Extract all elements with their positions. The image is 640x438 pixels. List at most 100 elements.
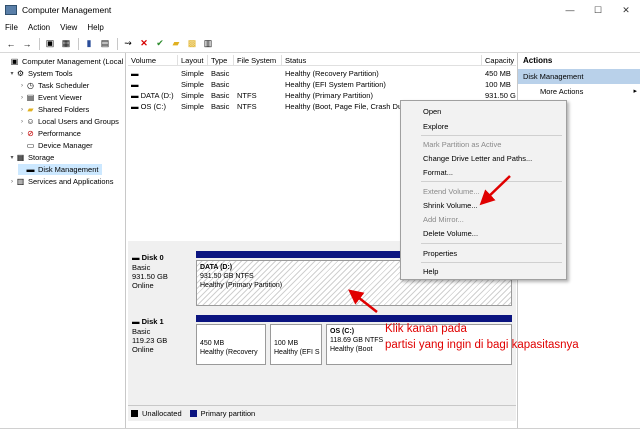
navigation-tree: ▣ Computer Management (Local ▾ ⚙ System …: [0, 53, 126, 428]
tree-item-device-manager[interactable]: ▭ Device Manager: [18, 140, 93, 151]
up-folder-icon[interactable]: ▣: [43, 37, 57, 51]
tree-item-label: Computer Management (Local: [22, 57, 124, 66]
storage-icon: ▦: [16, 153, 25, 162]
menu-item-open[interactable]: Open: [423, 107, 441, 117]
disk-0-size: 931.50 GB: [132, 272, 168, 281]
export-icon[interactable]: ▥: [201, 37, 215, 51]
tree-item-label: Shared Folders: [38, 105, 90, 114]
tree-item-shared-folders[interactable]: › ▰ Shared Folders: [18, 104, 89, 115]
column-header-type[interactable]: Type: [208, 55, 234, 66]
chevron-down-icon[interactable]: ▾: [8, 70, 16, 77]
cell-layout: Simple: [181, 102, 204, 111]
tree-item-task-scheduler[interactable]: › ◷ Task Scheduler: [18, 80, 89, 91]
delete-icon[interactable]: ✕: [137, 37, 151, 51]
legend-unallocated: Unallocated: [142, 409, 182, 418]
menu-item-delete-volume[interactable]: Delete Volume...: [423, 229, 478, 239]
disk-icon: ▬: [26, 165, 35, 174]
disk-0-status: Online: [132, 281, 154, 290]
tree-item-label: Event Viewer: [38, 93, 83, 102]
more-actions-item[interactable]: More Actions ▸: [518, 84, 640, 99]
connect-icon[interactable]: ⇝: [121, 37, 135, 51]
toolbar: ← → ▣ ▦ ▮ ▤ ⇝ ✕ ✔ ▰ ▩ ▥: [0, 35, 640, 53]
cell-status: Healthy (Recovery Partition): [285, 69, 379, 78]
column-header-capacity[interactable]: Capacity: [482, 55, 516, 66]
partition-size: 450 MB: [200, 340, 225, 347]
chevron-down-icon[interactable]: ▾: [8, 154, 16, 161]
help-icon[interactable]: ▮: [82, 37, 96, 51]
menu-action[interactable]: Action: [23, 23, 55, 32]
table-row[interactable]: ▬ Simple Basic Healthy (EFI System Parti…: [128, 80, 516, 90]
forward-arrow-icon[interactable]: →: [20, 37, 34, 51]
properties-icon[interactable]: ▤: [98, 37, 112, 51]
menu-item-format[interactable]: Format...: [423, 168, 453, 178]
menu-file[interactable]: File: [0, 23, 23, 32]
chevron-right-icon[interactable]: ›: [18, 107, 26, 113]
tree-item-local-users-and-groups[interactable]: › ☺ Local Users and Groups: [18, 116, 119, 127]
chevron-right-icon[interactable]: ›: [8, 179, 16, 185]
chevron-right-icon[interactable]: ›: [18, 119, 26, 125]
disk-1-name: ▬ Disk 1: [132, 317, 164, 326]
show-hide-tree-icon[interactable]: ▦: [59, 37, 73, 51]
menu-separator: [421, 262, 562, 263]
menu-item-properties[interactable]: Properties: [423, 249, 457, 259]
cell-layout: Simple: [181, 80, 204, 89]
tree-item-system-tools[interactable]: ▾ ⚙ System Tools: [8, 68, 72, 79]
shared-folder-icon: ▰: [27, 105, 34, 114]
cell-file-system: NTFS: [237, 102, 257, 111]
chevron-right-icon[interactable]: ›: [18, 83, 26, 89]
checkmark-icon[interactable]: ✔: [153, 37, 167, 51]
unallocated-swatch: [131, 410, 138, 417]
tree-item-label: Services and Applications: [28, 177, 114, 186]
chevron-right-icon[interactable]: ›: [18, 131, 26, 137]
column-header-file-system[interactable]: File System: [234, 55, 282, 66]
menu-item-help[interactable]: Help: [423, 267, 438, 277]
disk-0-name: ▬ Disk 0: [132, 253, 164, 262]
menu-help[interactable]: Help: [82, 23, 108, 32]
chevron-right-icon[interactable]: ›: [18, 95, 26, 101]
search-folder-icon[interactable]: ▩: [185, 37, 199, 51]
clock-icon: ◷: [27, 81, 34, 90]
minimize-button[interactable]: —: [556, 0, 584, 20]
cell-type: Basic: [211, 91, 230, 100]
window-title: Computer Management: [22, 5, 112, 15]
toolbar-separator: [117, 37, 118, 50]
tree-item-label: Disk Management: [38, 165, 99, 174]
cell-layout: Simple: [181, 91, 204, 100]
tree-item-performance[interactable]: › ⊘ Performance: [18, 128, 81, 139]
cell-status: Healthy (EFI System Partition): [285, 80, 386, 89]
back-arrow-icon[interactable]: ←: [4, 37, 18, 51]
menu-item-explore[interactable]: Explore: [423, 122, 448, 132]
column-header-status[interactable]: Status: [282, 55, 482, 66]
partition-legend: Unallocated Primary partition: [128, 405, 516, 421]
maximize-button[interactable]: ☐: [584, 0, 612, 20]
column-header-volume[interactable]: Volume: [128, 55, 178, 66]
actions-section-disk-management[interactable]: Disk Management: [518, 69, 640, 84]
partition-status: Healthy (Recovery: [200, 349, 258, 356]
tree-item-computer-management[interactable]: ▣ Computer Management (Local: [2, 56, 124, 67]
table-row[interactable]: ▬ Simple Basic Healthy (Recovery Partiti…: [128, 69, 516, 79]
annotation-text: Klik kanan pada partisi yang ingin di ba…: [385, 321, 579, 353]
tree-item-storage[interactable]: ▾ ▦ Storage: [8, 152, 54, 163]
tree-item-disk-management[interactable]: ▬ Disk Management: [18, 164, 103, 175]
column-header-layout[interactable]: Layout: [178, 55, 208, 66]
partition-status: Healthy (Primary Partition): [200, 282, 283, 289]
partition-efi[interactable]: 100 MB Healthy (EFI S: [270, 324, 322, 365]
tree-item-label: System Tools: [28, 69, 73, 78]
services-icon: ▥: [16, 177, 25, 186]
menu-view[interactable]: View: [55, 23, 82, 32]
partition-recovery[interactable]: 450 MB Healthy (Recovery: [196, 324, 266, 365]
menu-item-shrink-volume[interactable]: Shrink Volume...: [423, 201, 478, 211]
tree-item-services-and-applications[interactable]: › ▥ Services and Applications: [8, 176, 113, 187]
tree-item-label: Device Manager: [38, 141, 93, 150]
tree-item-event-viewer[interactable]: › ▤ Event Viewer: [18, 92, 82, 103]
event-log-icon: ▤: [26, 93, 35, 102]
folder-icon[interactable]: ▰: [169, 37, 183, 51]
menu-item-change-drive-letter[interactable]: Change Drive Letter and Paths...: [423, 154, 532, 164]
cell-type: Basic: [211, 102, 230, 111]
annotation-line-1: Klik kanan pada: [385, 323, 467, 335]
computer-management-icon: [5, 5, 17, 15]
close-button[interactable]: ✕: [612, 0, 640, 20]
partition-size: 100 MB: [274, 340, 299, 347]
menu-separator: [421, 181, 562, 182]
cell-file-system: [234, 69, 282, 79]
